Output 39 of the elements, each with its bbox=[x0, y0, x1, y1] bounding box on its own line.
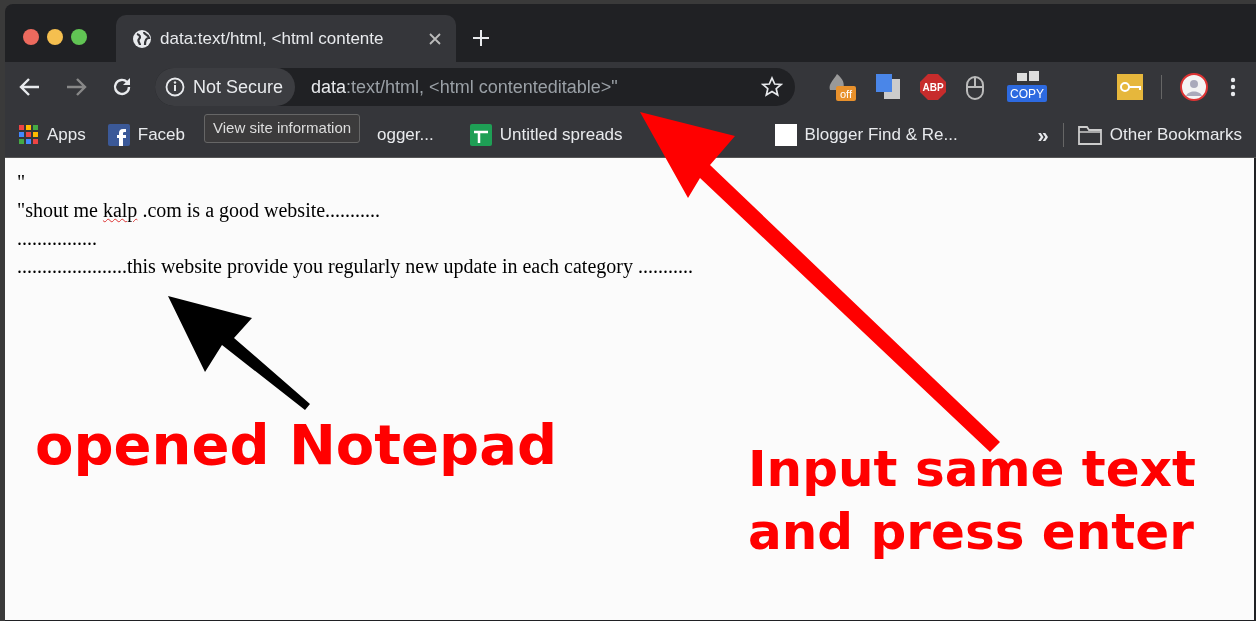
adblock-icon[interactable]: ABP bbox=[919, 73, 947, 101]
bookmark-link[interactable]: Blogger Find & Re... bbox=[774, 121, 958, 148]
profile-avatar[interactable] bbox=[1180, 73, 1208, 101]
tooltip: View site information bbox=[204, 114, 361, 143]
new-tab-icon[interactable] bbox=[472, 29, 490, 47]
address-bar[interactable]: Not Secure data:text/html, <html contenteditable>" bbox=[155, 68, 795, 106]
annotation-text: Input same text and press enter bbox=[748, 439, 1196, 563]
browser-tab[interactable]: data:text/html, <html contente bbox=[116, 15, 456, 62]
site-info-chip[interactable]: Not Secure bbox=[155, 68, 296, 106]
facebook-icon bbox=[107, 123, 130, 146]
more-bookmarks-button[interactable]: » bbox=[1037, 119, 1049, 150]
spreadsheet-icon bbox=[469, 123, 492, 146]
bookmark-link[interactable]: ogger... bbox=[377, 121, 434, 148]
reload-icon[interactable] bbox=[111, 76, 133, 98]
annotation-text: opened Notepad bbox=[35, 411, 558, 479]
bookmark-link[interactable]: Untitled spreads bbox=[469, 121, 623, 148]
minimize-window-button[interactable] bbox=[47, 29, 63, 45]
close-window-button[interactable] bbox=[23, 29, 39, 45]
translate-icon[interactable] bbox=[875, 73, 901, 101]
text-line: "shout me kalp .com is a good website........... bbox=[17, 198, 382, 224]
info-icon bbox=[165, 77, 185, 97]
forward-icon[interactable] bbox=[65, 77, 87, 97]
page-icon bbox=[774, 123, 797, 146]
apps-grid-icon bbox=[19, 124, 39, 145]
text-line: ................ bbox=[17, 226, 98, 251]
close-tab-icon[interactable] bbox=[428, 31, 442, 46]
back-icon[interactable] bbox=[19, 77, 41, 97]
folder-icon bbox=[1077, 124, 1102, 145]
zoom-window-button[interactable] bbox=[71, 29, 87, 45]
other-bookmarks-folder[interactable]: Other Bookmarks bbox=[1077, 121, 1242, 148]
globe-icon bbox=[132, 28, 152, 49]
bookmark-link[interactable]: Faceb bbox=[107, 121, 185, 148]
tab-title: data:text/html, <html contente bbox=[160, 27, 385, 50]
menu-icon[interactable] bbox=[1230, 77, 1236, 97]
url-text: data:text/html, <html contenteditable>" bbox=[311, 75, 619, 99]
text-line: ......................this website provide you regularly new update in each category ........... bbox=[17, 254, 694, 280]
text-line: " bbox=[17, 170, 27, 195]
bookmark-link[interactable]: Apps bbox=[19, 121, 86, 148]
bookmark-star-icon[interactable] bbox=[761, 76, 783, 98]
